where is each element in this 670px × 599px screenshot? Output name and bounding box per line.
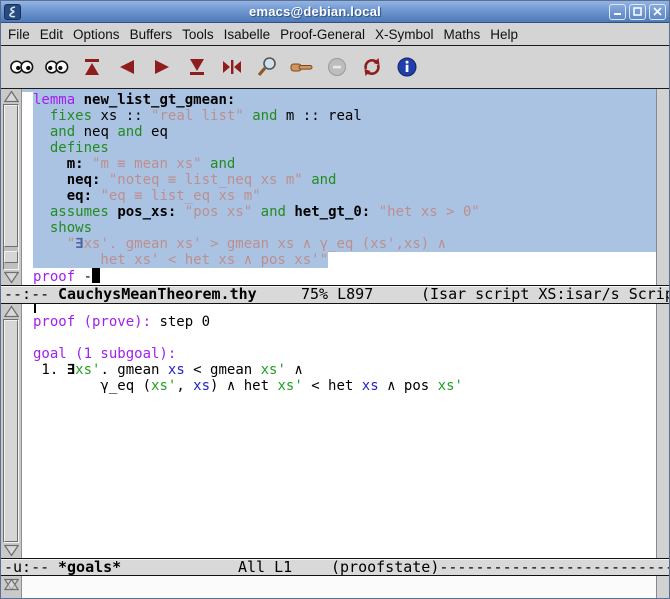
menu-maths[interactable]: Maths bbox=[438, 25, 485, 44]
use-buffer-icon bbox=[185, 55, 209, 79]
minibuffer[interactable] bbox=[22, 576, 656, 599]
menu-options[interactable]: Options bbox=[68, 25, 125, 44]
goto-point-button[interactable] bbox=[217, 51, 247, 83]
goals-mode-line: -u:-- *goals* All L1 (proofstate)-------… bbox=[1, 558, 669, 576]
scroll-down-icon[interactable] bbox=[1, 543, 21, 558]
menu-tools[interactable]: Tools bbox=[177, 25, 219, 44]
major-mode-info: (Isar script XS:isar/s Scrip bbox=[421, 286, 669, 303]
restart-icon bbox=[360, 55, 384, 79]
buffer-name: *goals* bbox=[58, 559, 121, 575]
emacs-app-icon[interactable] bbox=[4, 4, 21, 20]
script-buffer[interactable]: lemma new_list_gt_gmean: fixes xs :: "re… bbox=[22, 89, 656, 285]
right-margin bbox=[656, 576, 669, 599]
scrollbar-trough[interactable] bbox=[3, 104, 19, 270]
script-scrollbar[interactable] bbox=[1, 89, 22, 285]
eyes-two-icon bbox=[44, 56, 70, 79]
text-cursor bbox=[92, 268, 100, 283]
menu-file[interactable]: File bbox=[3, 25, 35, 44]
menu-bar: FileEditOptionsBuffersToolsIsabelleProof… bbox=[1, 23, 669, 46]
undo-button[interactable] bbox=[112, 51, 142, 83]
scrollbar-thumb[interactable] bbox=[4, 320, 18, 542]
script-mode-line: --:-- CauchysMeanTheorem.thy 75% L897 (I… bbox=[1, 285, 669, 304]
code-line: "∃xs'. gmean xs' > gmean xs ∧ γ_eq (xs',… bbox=[33, 236, 656, 252]
code-line: neq: "noteq ≡ list_neq xs m" and bbox=[33, 172, 656, 188]
menu-isabelle[interactable]: Isabelle bbox=[219, 25, 276, 44]
code-line: het xs' < het xs ∧ pos xs'" bbox=[33, 252, 656, 268]
info-button[interactable] bbox=[392, 51, 422, 83]
interrupt-icon bbox=[325, 55, 349, 79]
minimize-button[interactable] bbox=[609, 4, 626, 20]
mode-line-flags: --:-- bbox=[4, 286, 49, 303]
eyes-one-icon bbox=[9, 56, 35, 79]
scroll-up-icon[interactable] bbox=[1, 89, 21, 104]
buffer-name: CauchysMeanTheorem.thy bbox=[58, 286, 257, 303]
goal-line: goal (1 subgoal): bbox=[33, 346, 656, 362]
scrollbar-trough[interactable] bbox=[3, 319, 19, 543]
titlebar: emacs@debian.local bbox=[1, 1, 669, 23]
goals-buffer[interactable]: proof (prove): step 0 goal (1 subgoal): … bbox=[22, 304, 656, 558]
undo-icon bbox=[115, 55, 139, 79]
menu-x-symbol[interactable]: X-Symbol bbox=[370, 25, 439, 44]
use-buffer-button[interactable] bbox=[182, 51, 212, 83]
code-line: m: "m ≡ mean xs" and bbox=[33, 156, 656, 172]
info-icon bbox=[395, 55, 419, 79]
find-icon bbox=[255, 55, 279, 79]
goal-line: 1. ∃xs'. gmean xs < gmean xs' ∧ bbox=[33, 362, 656, 378]
menu-edit[interactable]: Edit bbox=[35, 25, 68, 44]
scroll-up-icon[interactable] bbox=[1, 304, 21, 319]
goto-start-icon bbox=[80, 55, 104, 79]
menu-help[interactable]: Help bbox=[485, 25, 523, 44]
emacs-frame: emacs@debian.local FileEditOptionsBuffer… bbox=[0, 0, 670, 599]
code-line: assumes pos_xs: "pos xs" and het_gt_0: "… bbox=[33, 204, 656, 220]
scroll-down-icon[interactable] bbox=[1, 270, 21, 285]
goal-line: proof (prove): step 0 bbox=[33, 314, 656, 330]
window-controls bbox=[609, 4, 666, 20]
code-line: proof - bbox=[33, 268, 656, 284]
right-margin bbox=[656, 304, 669, 558]
window-title: emacs@debian.local bbox=[21, 4, 609, 19]
code-line: lemma new_list_gt_gmean: bbox=[33, 92, 656, 108]
eyes-two-button[interactable] bbox=[42, 51, 72, 83]
scrollbar-grip[interactable] bbox=[4, 251, 18, 263]
goal-line: γ_eq (xs', xs) ∧ het xs' < het xs ∧ pos … bbox=[33, 378, 656, 394]
next-button[interactable] bbox=[147, 51, 177, 83]
minibuffer-scrollbar-stub bbox=[1, 576, 22, 599]
maximize-icon bbox=[633, 7, 642, 16]
minimize-icon bbox=[613, 7, 622, 16]
emacs-logo-icon bbox=[7, 6, 18, 18]
right-margin bbox=[656, 89, 669, 285]
find-button[interactable] bbox=[252, 51, 282, 83]
collapsed-scrollbar-icon bbox=[4, 578, 19, 591]
code-line: shows bbox=[33, 220, 656, 236]
code-line: and neq and eq bbox=[33, 124, 656, 140]
buffer-position: 75% L897 bbox=[301, 286, 373, 303]
major-mode-info: (proofstate)----------------------------… bbox=[331, 559, 669, 575]
menu-proof-general[interactable]: Proof-General bbox=[275, 25, 370, 44]
script-window: lemma new_list_gt_gmean: fixes xs :: "re… bbox=[1, 89, 669, 285]
command-icon bbox=[289, 55, 315, 79]
eyes-one-button[interactable] bbox=[7, 51, 37, 83]
restart-button[interactable] bbox=[357, 51, 387, 83]
code-line: fixes xs :: "real list" and m :: real bbox=[33, 108, 656, 124]
command-button[interactable] bbox=[287, 51, 317, 83]
interrupt-button[interactable] bbox=[322, 51, 352, 83]
close-icon bbox=[653, 7, 662, 16]
close-button[interactable] bbox=[649, 4, 666, 20]
code-line: defines bbox=[33, 140, 656, 156]
inactive-cursor bbox=[34, 304, 36, 313]
goto-start-button[interactable] bbox=[77, 51, 107, 83]
code-line: eq: "eq ≡ list_eq xs m" bbox=[33, 188, 656, 204]
goals-window: proof (prove): step 0 goal (1 subgoal): … bbox=[1, 304, 669, 558]
goto-point-icon bbox=[220, 55, 244, 79]
proof-general-toolbar bbox=[1, 46, 669, 89]
goals-scrollbar[interactable] bbox=[1, 304, 22, 558]
next-icon bbox=[150, 55, 174, 79]
maximize-button[interactable] bbox=[629, 4, 646, 20]
goal-line bbox=[33, 330, 656, 346]
scrollbar-thumb[interactable] bbox=[4, 105, 18, 247]
buffer-position: All L1 bbox=[238, 559, 292, 575]
mode-line-flags: -u:-- bbox=[4, 559, 49, 575]
minibuffer-row bbox=[1, 576, 669, 599]
menu-buffers[interactable]: Buffers bbox=[125, 25, 178, 44]
